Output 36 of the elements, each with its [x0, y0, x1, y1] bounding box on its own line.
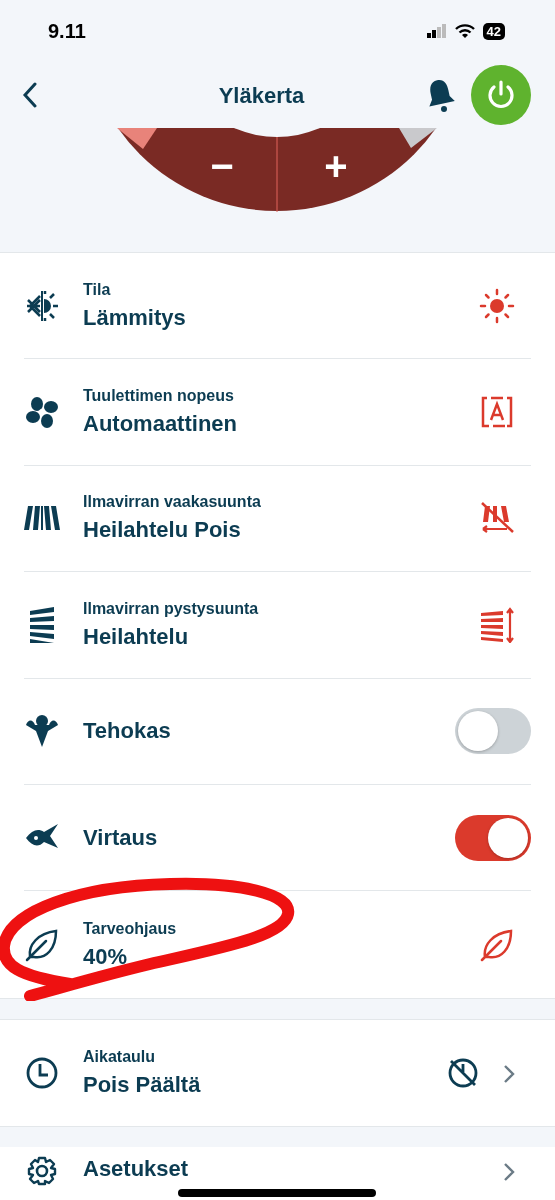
signal-icon: [426, 24, 447, 38]
setting-value: 40%: [83, 942, 129, 971]
setting-label: Virtaus: [83, 823, 159, 852]
toggle-switch[interactable]: [455, 708, 531, 755]
battery-level: 42: [482, 22, 505, 40]
decrease-button[interactable]: −: [172, 136, 272, 196]
temperature-dial[interactable]: [117, 128, 437, 212]
power-button[interactable]: [471, 65, 531, 125]
page-title: Yläkerta: [217, 81, 306, 110]
fan-icon: [24, 394, 60, 431]
setting-label: Ilmavirran vaakasuunta: [83, 492, 262, 513]
vertical-swing-icon[interactable]: [479, 606, 515, 643]
setting-value: Heilahtelu: [83, 622, 190, 651]
increase-button[interactable]: +: [286, 136, 386, 196]
menu-item[interactable]: Asetukset: [83, 1155, 189, 1184]
setting-value: Automaattinen: [83, 410, 238, 439]
chevron-icon: [503, 1063, 515, 1084]
setting-label: Tehokas: [83, 717, 172, 746]
sun-icon[interactable]: [479, 287, 515, 324]
clock-time: 9.11: [48, 19, 86, 44]
setting-label: Tila: [83, 279, 112, 300]
wifi-icon: [454, 23, 475, 39]
back-icon: [22, 82, 38, 108]
setting-value: Heilahtelu Pois: [83, 516, 242, 545]
setting-value: Pois Päältä: [83, 1070, 202, 1099]
setting-label: Ilmavirran pystysuunta: [83, 598, 260, 619]
schedule-off-icon: [447, 1056, 479, 1089]
back-button[interactable]: [22, 82, 38, 108]
setting-label: Tuulettimen nopeus: [83, 386, 235, 407]
gear-icon: [26, 1155, 58, 1188]
setting-value: Lämmitys: [83, 303, 187, 332]
chevron-icon: [503, 1161, 515, 1182]
toggle-switch[interactable]: [455, 814, 531, 861]
power-icon: [485, 79, 517, 111]
setting-label: Tarveohjaus: [83, 918, 178, 939]
setting-label: Aikataulu: [83, 1046, 156, 1067]
